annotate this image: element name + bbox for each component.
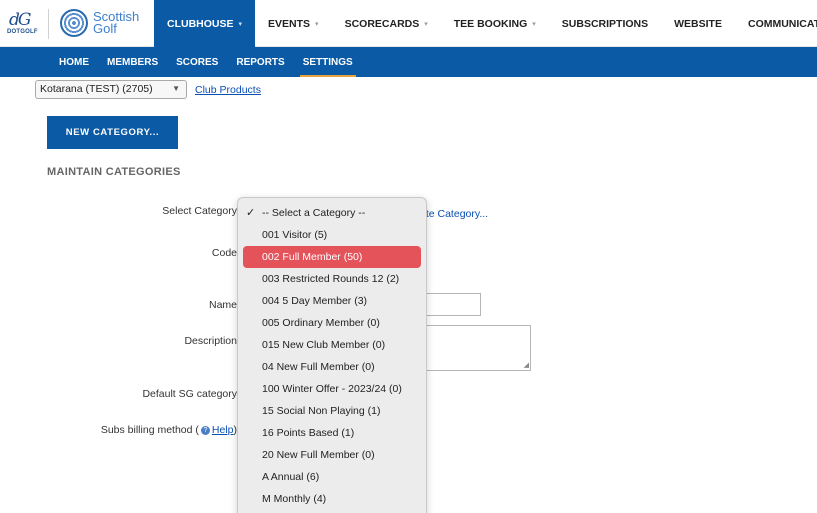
main-nav-item-communications[interactable]: COMMUNICATIONS▾ <box>735 0 817 47</box>
category-option-label: 16 Points Based (1) <box>262 427 355 439</box>
dotgolf-logo-text: DOTGOLF <box>7 29 38 35</box>
category-option-label: A Annual (6) <box>262 471 320 483</box>
chevron-down-icon: ▾ <box>315 20 319 28</box>
category-option[interactable]: 20 New Full Member (0) <box>243 444 421 466</box>
club-select[interactable]: Kotarana (TEST) (2705) ▼ <box>35 80 187 99</box>
category-option-label: 004 5 Day Member (3) <box>262 295 368 307</box>
sub-nav-item-scores[interactable]: SCORES <box>167 47 227 77</box>
main-nav-item-tee-booking[interactable]: TEE BOOKING ▾ <box>441 0 549 47</box>
category-option[interactable]: A Annual (6) <box>243 466 421 488</box>
scottish-golf-logo[interactable]: Scottish Golf <box>60 9 150 39</box>
main-nav-item-subscriptions[interactable]: SUBSCRIPTIONS <box>549 0 661 47</box>
main-nav-label: TEE BOOKING <box>453 17 528 30</box>
club-select-value: Kotarana (TEST) (2705) <box>40 83 153 95</box>
category-option[interactable]: ✓ -- Select a Category -- <box>243 202 421 224</box>
help-icon[interactable]: ? <box>200 425 210 435</box>
main-nav-label: WEBSITE <box>674 17 722 30</box>
category-option[interactable]: 005 Ordinary Member (0) <box>243 312 421 334</box>
section-title: MAINTAIN CATEGORIES <box>47 166 181 178</box>
chevron-down-icon: ▼ <box>172 84 180 93</box>
subs-billing-help-link[interactable]: Help <box>212 424 234 436</box>
description-textarea[interactable]: ◢ <box>420 325 531 371</box>
code-label: Code <box>211 247 237 259</box>
resize-grip-icon[interactable]: ◢ <box>524 362 529 369</box>
sub-nav-item-settings[interactable]: SETTINGS <box>294 47 362 77</box>
category-option[interactable]: 004 5 Day Member (3) <box>243 290 421 312</box>
main-nav-item-website[interactable]: WEBSITE <box>661 0 735 47</box>
category-option[interactable]: 100 Winter Offer - 2023/24 (0) <box>243 378 421 400</box>
category-option[interactable]: 15 Social Non Playing (1) <box>243 400 421 422</box>
category-option[interactable]: 015 New Club Member (0) <box>243 334 421 356</box>
chevron-down-icon: ▾ <box>532 20 536 28</box>
name-label: Name <box>208 299 237 311</box>
category-option-label: 15 Social Non Playing (1) <box>262 405 381 417</box>
category-option[interactable]: 16 Points Based (1) <box>243 422 421 444</box>
sub-nav-item-reports[interactable]: REPORTS <box>227 47 293 77</box>
name-input[interactable] <box>420 293 481 316</box>
new-category-button[interactable]: NEW CATEGORY... <box>47 116 178 149</box>
delete-category-link[interactable]: ete Category... <box>420 208 488 220</box>
logo-divider <box>48 9 49 39</box>
default-sg-category-label: Default SG category <box>142 388 237 400</box>
category-option-label: 015 New Club Member (0) <box>262 339 386 351</box>
main-nav-label: SCORECARDS <box>344 17 420 30</box>
scottish-golf-logo-line2: Golf <box>93 21 117 36</box>
main-nav-label: CLUBHOUSE <box>167 17 234 30</box>
sub-nav-item-home[interactable]: HOME <box>50 47 98 77</box>
checkmark-icon: ✓ <box>246 207 256 219</box>
category-option[interactable]: 003 Restricted Rounds 12 (2) <box>243 268 421 290</box>
category-option-label: 20 New Full Member (0) <box>262 449 375 461</box>
category-option-label: 04 New Full Member (0) <box>262 361 375 373</box>
club-products-link[interactable]: Club Products <box>195 84 261 96</box>
category-option-label: 005 Ordinary Member (0) <box>262 317 380 329</box>
dotgolf-mark-icon: dG <box>9 10 32 30</box>
sub-nav-item-members[interactable]: MEMBERS <box>98 47 167 77</box>
main-nav-label: SUBSCRIPTIONS <box>561 17 649 30</box>
category-option-label: 002 Full Member (50) <box>262 251 363 263</box>
main-nav-label: EVENTS <box>268 17 311 30</box>
category-option[interactable]: 04 New Full Member (0) <box>243 356 421 378</box>
dotgolf-logo[interactable]: dG DOTGOLF <box>7 10 41 40</box>
category-option-label: 001 Visitor (5) <box>262 229 328 241</box>
main-nav-item-events[interactable]: EVENTS ▾ <box>255 0 332 47</box>
description-label: Description <box>184 335 237 347</box>
golf-ball-icon <box>60 9 88 37</box>
select-category-dropdown[interactable]: ✓ -- Select a Category -- 001 Visitor (5) 0… <box>237 197 427 513</box>
category-option[interactable]: M Monthly (4) <box>243 488 421 510</box>
chevron-down-icon: ▾ <box>424 20 428 28</box>
chevron-down-icon: ▾ <box>238 20 243 28</box>
main-nav: CLUBHOUSE ▾ EVENTS ▾ SCORECARDS ▾ TEE BOOKING ▾… <box>154 0 817 47</box>
main-nav-label: COMMUNICATIONS <box>747 17 817 30</box>
main-nav-item-clubhouse[interactable]: CLUBHOUSE ▾ <box>154 0 256 47</box>
category-option-label: 003 Restricted Rounds 12 (2) <box>262 273 400 285</box>
main-nav-item-scorecards[interactable]: SCORECARDS ▾ <box>332 0 441 47</box>
subs-billing-label: Subs billing method (? Help) <box>101 424 237 436</box>
top-bar: dG DOTGOLF Scottish Golf CLUBHOUSE ▾ EVENT… <box>0 0 817 47</box>
category-option-label: -- Select a Category -- <box>262 207 366 219</box>
category-option-label: 100 Winter Offer - 2023/24 (0) <box>262 383 402 395</box>
category-option-label: M Monthly (4) <box>262 493 327 505</box>
category-option[interactable]: 002 Full Member (50) <box>243 246 421 268</box>
sub-nav: HOME MEMBERS SCORES REPORTS SETTINGS <box>0 47 817 77</box>
select-category-label: Select Category <box>162 205 237 217</box>
subs-billing-prefix: Subs billing method ( <box>100 424 199 436</box>
category-option[interactable]: 001 Visitor (5) <box>243 224 421 246</box>
